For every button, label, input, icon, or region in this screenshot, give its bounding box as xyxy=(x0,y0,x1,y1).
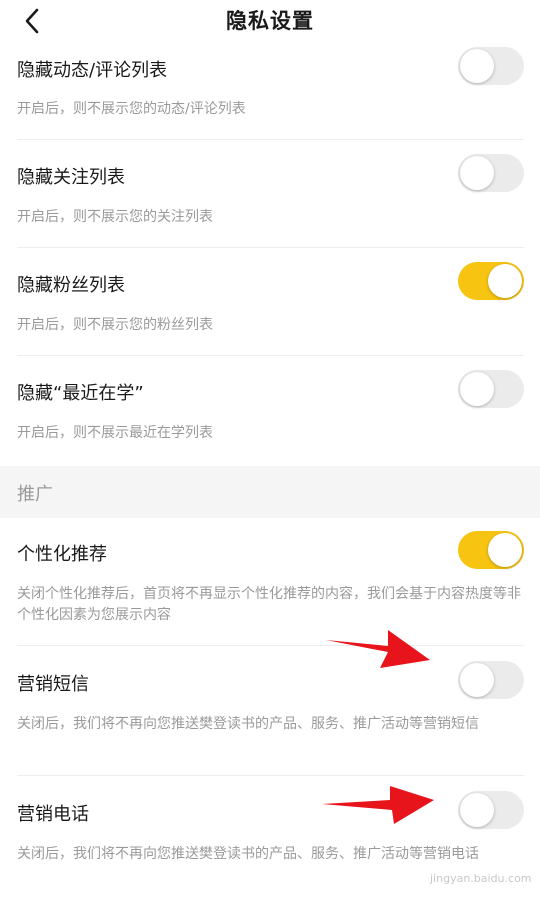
setting-description: 关闭后，我们将不再向您推送樊登读书的产品、服务、推广活动等营销电话 xyxy=(17,846,479,862)
toggle-knob xyxy=(460,49,494,83)
setting-label: 隐藏关注列表 xyxy=(17,167,125,188)
header-bar: 隐私设置 xyxy=(0,0,540,42)
section-title: 推广 xyxy=(17,484,53,505)
toggle-knob xyxy=(460,156,494,190)
hide-follows-toggle[interactable] xyxy=(458,154,524,192)
hide-fans-toggle[interactable] xyxy=(458,262,524,300)
setting-row-marketing-sms: 营销短信 关闭后，我们将不再向您推送樊登读书的产品、服务、推广活动等营销短信 xyxy=(0,646,540,776)
marketing-sms-toggle[interactable] xyxy=(458,661,524,699)
setting-label: 个性化推荐 xyxy=(17,544,107,565)
watermark: jingyan.baidu.com xyxy=(430,872,532,885)
setting-description: 开启后，则不展示您的动态/评论列表 xyxy=(17,101,246,117)
page-title: 隐私设置 xyxy=(226,9,314,33)
hide-activity-toggle[interactable] xyxy=(458,47,524,85)
marketing-call-toggle[interactable] xyxy=(458,791,524,829)
setting-label: 隐藏动态/评论列表 xyxy=(17,60,168,81)
personalized-recommend-toggle[interactable] xyxy=(458,531,524,569)
setting-description: 开启后，则不展示您的关注列表 xyxy=(17,209,213,225)
section-header-promotion: 推广 xyxy=(0,466,540,518)
red-arrow-icon xyxy=(326,630,430,668)
toggle-knob xyxy=(460,663,494,697)
setting-label: 隐藏“最近在学” xyxy=(17,383,144,404)
setting-description: 关闭个性化推荐后，首页将不再显示个性化推荐的内容，我们会基于内容热度等非个性化因… xyxy=(17,586,521,623)
setting-label: 隐藏粉丝列表 xyxy=(17,275,125,296)
toggle-knob xyxy=(488,264,522,298)
setting-description: 关闭后，我们将不再向您推送樊登读书的产品、服务、推广活动等营销短信 xyxy=(17,716,479,732)
setting-label: 营销短信 xyxy=(17,674,89,695)
setting-description: 开启后，则不展示您的粉丝列表 xyxy=(17,317,213,333)
setting-row-hide-fans: 隐藏粉丝列表 开启后，则不展示您的粉丝列表 xyxy=(0,248,540,356)
toggle-knob xyxy=(460,372,494,406)
setting-label: 营销电话 xyxy=(17,804,89,825)
setting-description: 开启后，则不展示最近在学列表 xyxy=(17,425,213,441)
setting-row-hide-follows: 隐藏关注列表 开启后，则不展示您的关注列表 xyxy=(0,140,540,248)
red-arrow-icon xyxy=(322,786,434,824)
toggle-knob xyxy=(460,793,494,827)
setting-row-hide-activity: 隐藏动态/评论列表 开启后，则不展示您的动态/评论列表 xyxy=(0,42,540,140)
toggle-knob xyxy=(488,533,522,567)
hide-recent-toggle[interactable] xyxy=(458,370,524,408)
setting-row-personalized: 个性化推荐 关闭个性化推荐后，首页将不再显示个性化推荐的内容，我们会基于内容热度… xyxy=(0,518,540,646)
setting-row-hide-recent: 隐藏“最近在学” 开启后，则不展示最近在学列表 xyxy=(0,356,540,464)
